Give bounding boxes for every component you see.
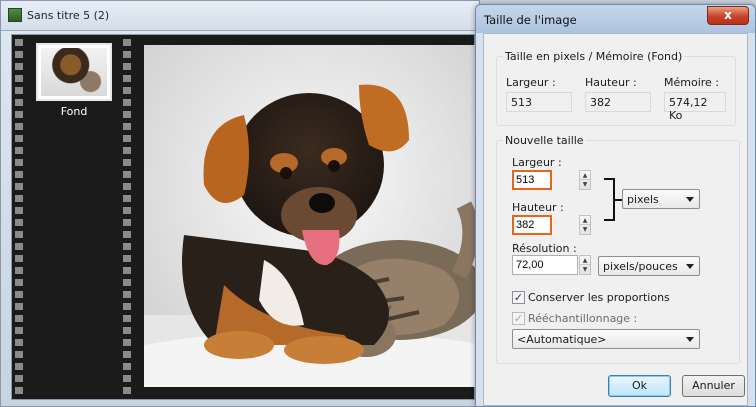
new-width-label: Largeur :: [512, 156, 562, 169]
resolution-unit-select[interactable]: pixels/pouces: [598, 256, 700, 276]
close-icon: x: [724, 8, 732, 22]
memory-value: 574,12 Ko: [664, 92, 726, 122]
layer-name: Fond: [60, 105, 88, 118]
canvas-area[interactable]: [134, 35, 484, 399]
document-titlebar[interactable]: Sans titre 5 (2): [1, 1, 479, 31]
photo-canvas: [144, 45, 484, 387]
spin-down-icon[interactable]: ▼: [580, 265, 590, 274]
layers-filmstrip: Fond: [12, 35, 134, 399]
current-width-value: 513: [506, 92, 572, 112]
resample-method-select[interactable]: <Automatique>: [512, 329, 700, 349]
cancel-button[interactable]: Annuler: [682, 375, 745, 397]
ok-button[interactable]: Ok: [608, 375, 671, 397]
resample-checkbox[interactable]: ✓: [512, 312, 525, 325]
layer-thumbnail[interactable]: [36, 43, 112, 101]
new-height-spin-buttons: ▲ ▼: [579, 215, 591, 235]
size-unit-select[interactable]: pixels: [622, 189, 700, 209]
image-document-icon: [8, 8, 22, 22]
current-width-label: Largeur :: [506, 76, 556, 89]
keep-proportions-checkbox[interactable]: ✓: [512, 291, 525, 304]
resolution-unit-value: pixels/pouces: [603, 260, 678, 273]
new-size-legend: Nouvelle taille: [505, 134, 584, 147]
resample-method-value: <Automatique>: [517, 333, 607, 346]
document-title: Sans titre 5 (2): [27, 9, 110, 22]
dog-and-cat-photo: [144, 45, 484, 387]
spin-up-icon[interactable]: ▲: [580, 256, 590, 265]
resolution-input[interactable]: [512, 255, 578, 275]
spin-up-icon[interactable]: ▲: [580, 171, 590, 180]
document-body: Fond: [11, 34, 484, 400]
document-window: Sans titre 5 (2) Fond: [0, 0, 484, 407]
current-height-value: 382: [585, 92, 651, 112]
chevron-down-icon: [686, 197, 694, 202]
image-size-dialog: Taille de l'image x Taille en pixels / M…: [475, 4, 756, 407]
layer-thumbnail-image: [41, 48, 107, 96]
new-height-input[interactable]: [512, 215, 552, 235]
memory-label: Mémoire :: [664, 76, 720, 89]
dialog-title: Taille de l'image: [484, 13, 577, 27]
resolution-spin-buttons: ▲ ▼: [579, 255, 591, 275]
spin-down-icon[interactable]: ▼: [580, 180, 590, 189]
linked-dimensions-bracket-tick: [614, 199, 622, 201]
chevron-down-icon: [686, 264, 694, 269]
spin-down-icon[interactable]: ▼: [580, 225, 590, 234]
resolution-label: Résolution :: [512, 242, 577, 255]
new-height-label: Hauteur :: [512, 201, 564, 214]
size-unit-value: pixels: [627, 193, 659, 206]
dialog-client: Taille en pixels / Mémoire (Fond) Largeu…: [483, 33, 748, 406]
new-width-input[interactable]: [512, 170, 552, 190]
current-height-label: Hauteur :: [585, 76, 637, 89]
resolution-spinner: ▲ ▼: [512, 255, 592, 275]
current-size-legend: Taille en pixels / Mémoire (Fond): [505, 50, 683, 63]
close-button[interactable]: x: [707, 6, 749, 25]
filmstrip-sprockets-right: [123, 39, 131, 395]
new-width-spinner: ▲ ▼: [512, 170, 592, 190]
chevron-down-icon: [686, 337, 694, 342]
resample-label[interactable]: Rééchantillonnage :: [528, 312, 637, 325]
dialog-titlebar[interactable]: Taille de l'image x: [476, 5, 755, 33]
filmstrip-sprockets-left: [15, 39, 23, 395]
new-width-spin-buttons: ▲ ▼: [579, 170, 591, 190]
new-height-spinner: ▲ ▼: [512, 215, 592, 235]
keep-proportions-label[interactable]: Conserver les proportions: [528, 291, 670, 304]
spin-up-icon[interactable]: ▲: [580, 216, 590, 225]
